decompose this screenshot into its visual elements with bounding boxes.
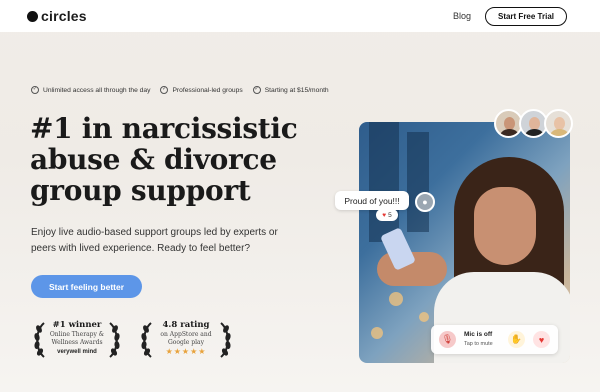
bokeh-light — [389, 292, 403, 306]
participant-avatars — [494, 109, 573, 138]
check-circle-icon: ✓ — [252, 86, 261, 94]
feature-item: ✓ Professional-led groups — [160, 86, 243, 94]
heart-icon: ♥ — [382, 211, 387, 219]
avatar — [544, 109, 573, 138]
feature-list: ✓ Unlimited access all through the day ✓… — [31, 86, 339, 94]
check-circle-icon: ✓ — [31, 86, 39, 94]
award-line: Google play — [168, 338, 204, 346]
check-circle-icon: ✓ — [160, 86, 169, 94]
mic-off-icon[interactable]: 🎙 — [439, 331, 456, 348]
award-text: #1 winner Online Therapy & Wellness Awar… — [48, 321, 106, 355]
award-line: on AppStore and — [160, 330, 212, 338]
person-face — [474, 187, 536, 265]
award-title: #1 winner — [52, 320, 102, 330]
start-free-trial-button[interactable]: Start Free Trial — [485, 7, 567, 26]
award-line: Wellness Awards — [51, 338, 103, 346]
avatar-body — [499, 129, 520, 136]
user-icon: ● — [415, 192, 435, 212]
laurel-left-icon — [141, 322, 152, 358]
feature-label: Unlimited access all through the day — [43, 86, 151, 94]
avatar-body — [549, 129, 570, 136]
reaction-badge[interactable]: ♥ 5 — [376, 209, 398, 221]
award-brand: verywell mind — [57, 348, 97, 355]
avatar-body — [524, 129, 545, 136]
hero-subtitle: Enjoy live audio-based support groups le… — [31, 227, 278, 254]
award-badge-winner: #1 winner Online Therapy & Wellness Awar… — [33, 319, 121, 361]
feature-item: ✓ Starting at $15/month — [252, 86, 329, 94]
logo-text: circles — [41, 8, 87, 24]
feature-label: Starting at $15/month — [264, 86, 329, 94]
award-title: 4.8 rating — [162, 320, 210, 330]
award-text: 4.8 rating on AppStore and Google play ★… — [155, 321, 217, 356]
chat-bubble: Proud of you!!! — [335, 191, 409, 210]
mic-subtitle: Tap to mute — [464, 341, 493, 347]
heart-reaction-button[interactable]: ♥ — [533, 331, 550, 348]
top-nav: circles Blog Start Free Trial — [0, 0, 600, 32]
start-feeling-better-button[interactable]: Start feeling better — [31, 275, 142, 298]
rating-stars-icon: ★★★★★ — [165, 346, 207, 356]
award-badge-rating: 4.8 rating on AppStore and Google play ★… — [140, 319, 232, 361]
reaction-count: 5 — [388, 211, 392, 219]
hero-title-line: group support — [30, 174, 251, 207]
bokeh-light — [419, 312, 429, 322]
building-shape — [369, 122, 399, 242]
blog-link[interactable]: Blog — [453, 11, 471, 21]
logo-mark-icon — [27, 10, 38, 22]
mic-title: Mic is off — [464, 331, 493, 338]
hero-title-line: #1 in narcissistic — [30, 112, 298, 145]
bokeh-light — [371, 327, 383, 339]
hero-title-line: abuse & divorce — [30, 143, 277, 176]
award-line: Online Therapy & — [49, 330, 105, 338]
hero-title: #1 in narcissistic abuse & divorce group… — [30, 113, 330, 206]
feature-item: ✓ Unlimited access all through the day — [31, 86, 150, 94]
raise-hand-button[interactable]: ✋ — [508, 331, 525, 348]
mic-status-bar: 🎙 Mic is off Tap to mute ✋ ♥ — [431, 325, 558, 354]
laurel-left-icon — [34, 322, 45, 358]
logo[interactable]: circles — [27, 8, 87, 24]
laurel-right-icon — [109, 322, 120, 358]
feature-label: Professional-led groups — [172, 86, 243, 94]
laurel-right-icon — [220, 322, 231, 358]
building-shape — [407, 132, 429, 232]
